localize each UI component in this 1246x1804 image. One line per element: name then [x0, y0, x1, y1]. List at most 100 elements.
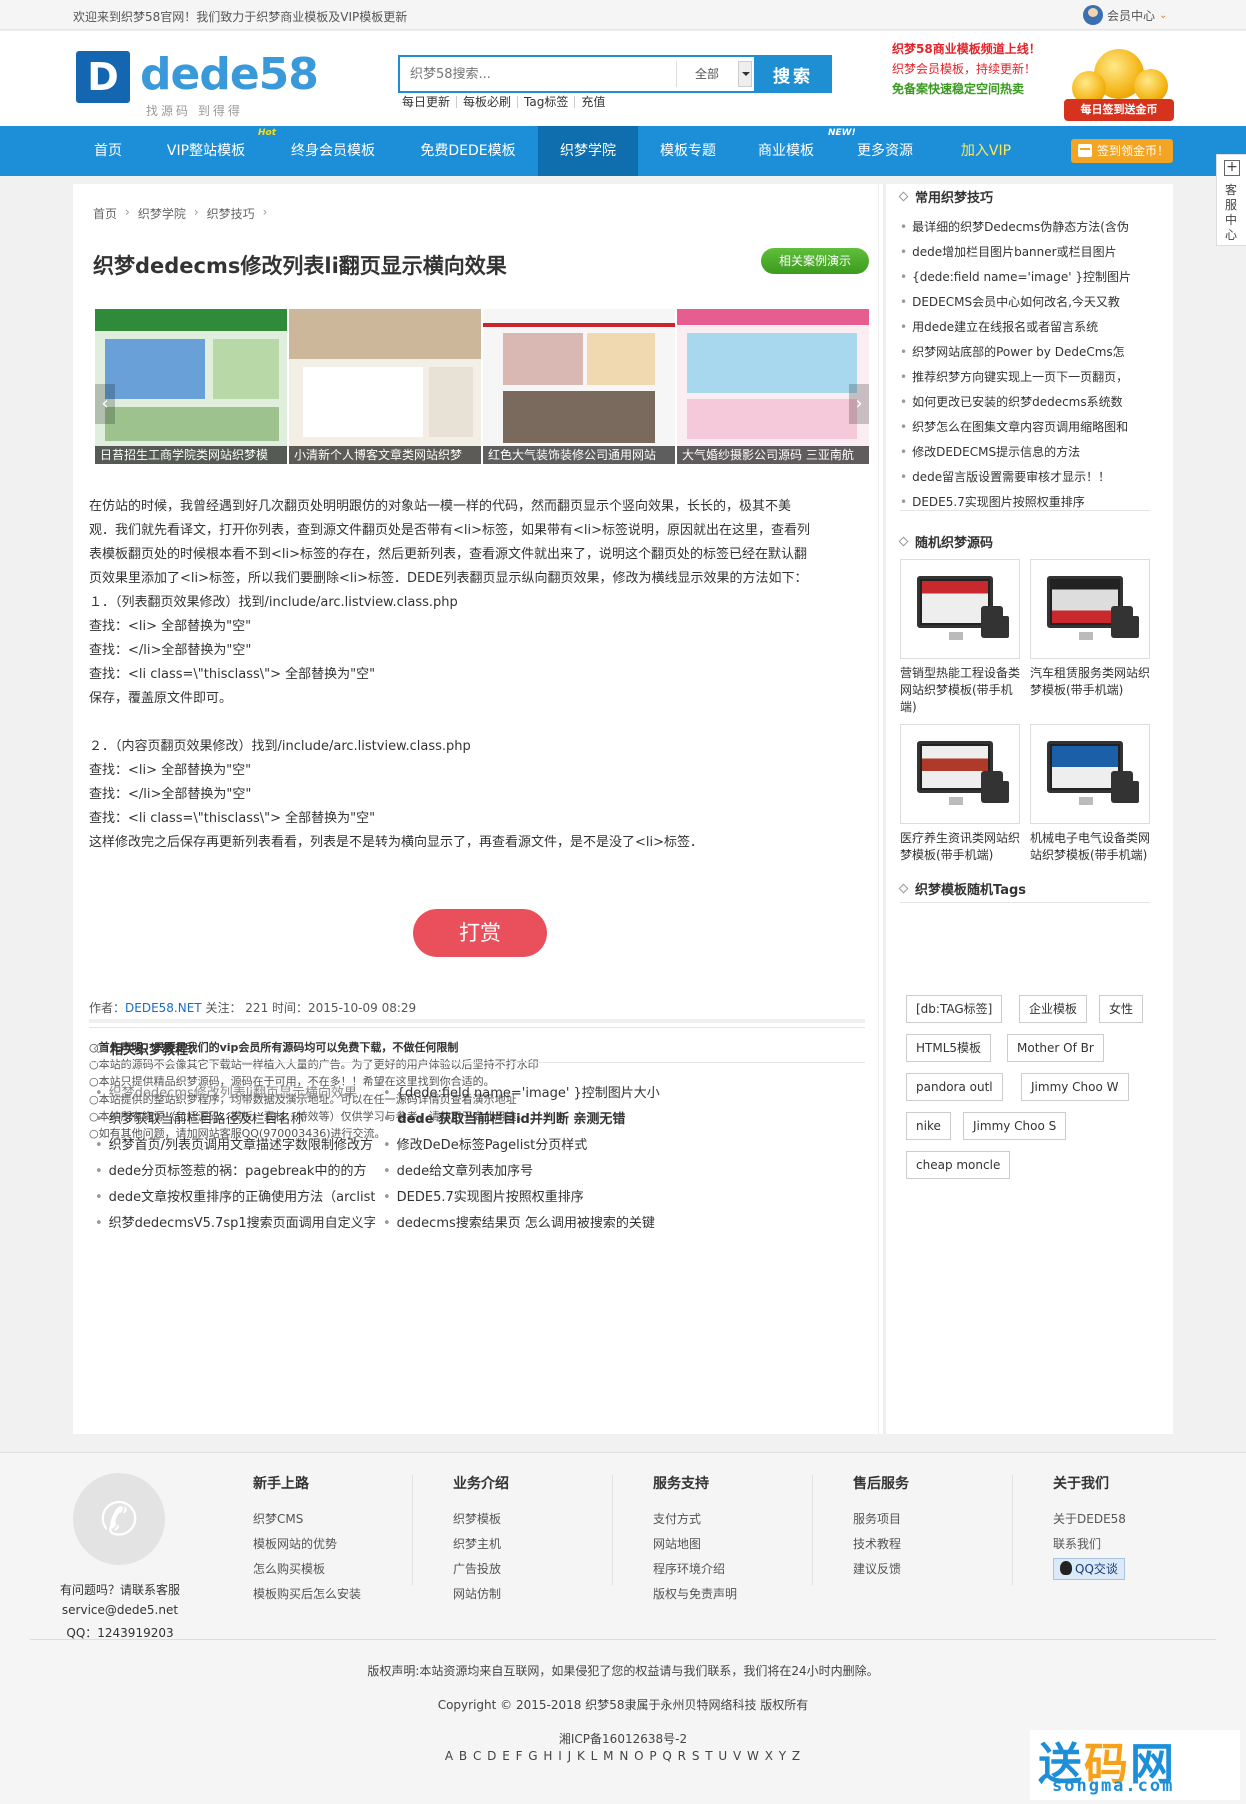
- footer-link[interactable]: 联系我们: [1053, 1532, 1126, 1557]
- logo-mark[interactable]: D: [76, 51, 130, 103]
- related-link[interactable]: 织梦dedecms修改列表li翻页显示横向效果: [95, 1082, 375, 1101]
- search-button[interactable]: 搜索: [754, 55, 832, 93]
- footer-link[interactable]: 网站地图: [653, 1532, 737, 1557]
- template-thumbnail[interactable]: [900, 559, 1020, 659]
- demo-button[interactable]: 相关案例演示: [761, 248, 869, 274]
- promo-link[interactable]: 织梦58商业模板频道上线！: [892, 40, 1041, 57]
- footer-link[interactable]: 技术教程: [853, 1532, 909, 1557]
- nav-item-topics[interactable]: 模板专题: [646, 126, 730, 176]
- template-thumbnail[interactable]: [1030, 724, 1150, 824]
- tip-link[interactable]: 如何更改已安装的织梦dedecms系统数: [900, 393, 1150, 410]
- template-thumbnail[interactable]: [900, 724, 1020, 824]
- slide-caption: 红色大气装饰装修公司通用网站: [483, 446, 675, 464]
- nav-item-home[interactable]: 首页: [76, 126, 140, 176]
- tip-button[interactable]: 打赏: [413, 909, 547, 957]
- related-link[interactable]: 修改DeDe标签Pagelist分页样式: [383, 1134, 683, 1153]
- tip-link[interactable]: DEDECMS会员中心如何改名,今天又教: [900, 293, 1150, 310]
- nav-item-vip-templates[interactable]: VIP整站模板: [150, 126, 262, 176]
- footer-link[interactable]: 服务项目: [853, 1507, 909, 1532]
- tip-link[interactable]: dede留言版设置需要审核才显示！！: [900, 468, 1150, 485]
- related-link[interactable]: 织梦获取当前栏目路径及栏目名称: [95, 1108, 375, 1127]
- template-thumbnail[interactable]: [1030, 559, 1150, 659]
- footer-link[interactable]: 建议反馈: [853, 1557, 909, 1582]
- nav-item-free-templates[interactable]: 免费DEDE模板: [406, 126, 530, 176]
- template-title[interactable]: 机械电子电气设备类网站织梦模板(带手机端): [1030, 830, 1152, 864]
- footer-link[interactable]: 支付方式: [653, 1507, 737, 1532]
- tag-link[interactable]: Jimmy Choo W: [1021, 1073, 1129, 1101]
- footer-link[interactable]: 怎么购买模板: [253, 1557, 361, 1582]
- hot-link[interactable]: 充值: [575, 96, 611, 108]
- template-title[interactable]: 医疗养生资讯类网站织梦模板(带手机端): [900, 830, 1022, 864]
- nav-item-commercial[interactable]: 商业模板: [744, 126, 828, 176]
- nav-item-college[interactable]: 织梦学院: [538, 126, 638, 176]
- tip-link[interactable]: 织梦怎么在图集文章内容页调用缩略图和: [900, 418, 1150, 435]
- carousel-slide[interactable]: 小清新个人博客文章类网站织梦: [289, 309, 481, 464]
- breadcrumb-item[interactable]: 首页: [93, 205, 117, 222]
- carousel-prev-button[interactable]: ‹: [95, 384, 115, 424]
- tag-link[interactable]: HTML5模板: [906, 1034, 992, 1062]
- template-title[interactable]: 营销型热能工程设备类网站织梦模板(带手机端): [900, 665, 1022, 716]
- daily-signin-banner[interactable]: 每日签到送金币: [1064, 49, 1174, 123]
- search-input[interactable]: [400, 57, 674, 91]
- tag-link[interactable]: [db:TAG标签]: [906, 995, 1003, 1023]
- tip-link[interactable]: dede增加栏目图片banner或栏目图片: [900, 243, 1150, 260]
- signin-button[interactable]: 签到领金币！: [1071, 139, 1173, 163]
- related-link[interactable]: 织梦首页/列表页调用文章描述字数限制修改方: [95, 1134, 375, 1153]
- customer-service-float[interactable]: + 客服中心: [1216, 154, 1246, 246]
- slide-image: [687, 399, 857, 439]
- related-link[interactable]: DEDE5.7实现图片按照权重排序: [383, 1186, 683, 1205]
- related-link[interactable]: dede分页标签惹的祸：pagebreak中的的方: [95, 1160, 375, 1179]
- footer-link[interactable]: 织梦主机: [453, 1532, 509, 1557]
- carousel-slide[interactable]: 红色大气装饰装修公司通用网站: [483, 309, 675, 464]
- tag-link[interactable]: nike: [906, 1112, 951, 1140]
- member-center-link[interactable]: 会员中心 ⌄: [1083, 4, 1167, 26]
- tip-link[interactable]: {dede:field name='image' }控制图片: [900, 268, 1150, 285]
- footer-link[interactable]: 模板购买后怎么安装: [253, 1582, 361, 1607]
- nav-item-lifetime-templates[interactable]: 终身会员模板: [276, 126, 390, 176]
- carousel-slide[interactable]: 日苔招生工商学院类网站织梦模: [95, 309, 287, 464]
- tip-link[interactable]: 修改DEDECMS提示信息的方法: [900, 443, 1150, 460]
- tag-link[interactable]: Mother Of Br: [1007, 1034, 1104, 1062]
- related-link[interactable]: 织梦dedecmsV5.7sp1搜索页面调用自定义字: [95, 1212, 375, 1231]
- related-link[interactable]: dedecms搜索结果页 怎么调用被搜索的关键: [383, 1212, 683, 1231]
- slide-image: [483, 323, 675, 327]
- qq-chat-button[interactable]: QQ交谈: [1053, 1558, 1125, 1580]
- promo-link[interactable]: 免备案快速稳定空间热卖: [892, 80, 1024, 97]
- footer-link[interactable]: 网站仿制: [453, 1582, 509, 1607]
- tip-link[interactable]: 用dede建立在线报名或者留言系统: [900, 318, 1150, 335]
- hot-link[interactable]: 每日更新: [402, 96, 458, 108]
- template-title[interactable]: 汽车租赁服务类网站织梦模板(带手机端): [1030, 665, 1152, 699]
- related-link[interactable]: {dede:field name='image' }控制图片大小: [383, 1082, 683, 1101]
- footer-link[interactable]: 模板网站的优势: [253, 1532, 361, 1557]
- nav-item-join-vip[interactable]: 加入VIP: [948, 126, 1024, 176]
- tag-link[interactable]: cheap moncle: [906, 1151, 1011, 1179]
- related-link[interactable]: dede给文章列表加序号: [383, 1160, 683, 1179]
- tag-link[interactable]: pandora outl: [906, 1073, 1003, 1101]
- tip-link[interactable]: 织梦网站底部的Power by DedeCms怎: [900, 343, 1150, 360]
- tag-link[interactable]: 企业模板: [1019, 995, 1088, 1023]
- carousel-next-button[interactable]: ›: [849, 384, 869, 424]
- footer-link[interactable]: 关于DEDE58: [1053, 1507, 1126, 1532]
- footer-link[interactable]: 版权与免责声明: [653, 1582, 737, 1607]
- promo-link[interactable]: 织梦会员模板，持续更新！: [892, 60, 1036, 77]
- breadcrumb-item[interactable]: 织梦学院: [138, 205, 186, 222]
- tag-link[interactable]: Jimmy Choo S: [963, 1112, 1067, 1140]
- footer-link[interactable]: 广告投放: [453, 1557, 509, 1582]
- chevron-down-icon[interactable]: [738, 61, 752, 87]
- carousel-slide[interactable]: 大气婚纱摄影公司源码 三亚南航: [677, 309, 869, 464]
- tip-link[interactable]: DEDE5.7实现图片按照权重排序: [900, 493, 1150, 510]
- footer-link[interactable]: 织梦模板: [453, 1507, 509, 1532]
- breadcrumb-item[interactable]: 织梦技巧: [207, 205, 255, 222]
- author-link[interactable]: DEDE58.NET: [125, 1001, 202, 1015]
- hot-link[interactable]: 每板必刷: [457, 96, 519, 108]
- footer-link[interactable]: 程序环境介绍: [653, 1557, 737, 1582]
- tip-link[interactable]: 最详细的织梦Dedecms伪静态方法(含伪: [900, 218, 1150, 235]
- related-link[interactable]: dede文章按权重排序的正确使用方法（arclist: [95, 1186, 375, 1205]
- tag-link[interactable]: 女性: [1099, 995, 1144, 1023]
- tip-link[interactable]: 推荐织梦方向键实现上一页下一页翻页，: [900, 368, 1150, 385]
- logo[interactable]: dede58: [140, 49, 319, 100]
- related-link[interactable]: dede 获取当前栏目id并判断 亲测无错: [383, 1108, 683, 1127]
- hot-link[interactable]: Tag标签: [518, 96, 576, 108]
- contact-email[interactable]: service@dede5.net: [40, 1603, 200, 1617]
- footer-link[interactable]: 织梦CMS: [253, 1507, 361, 1532]
